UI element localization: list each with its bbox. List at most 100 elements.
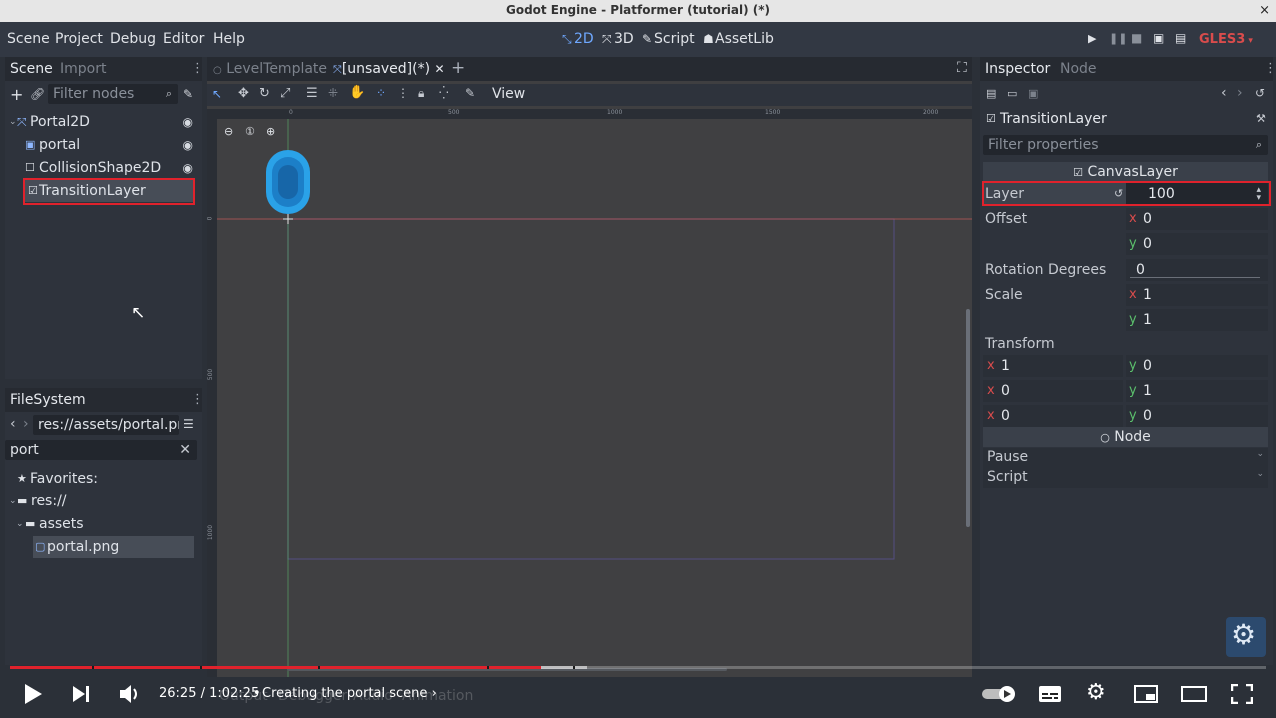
portal-sprite[interactable]	[266, 150, 310, 214]
play-icon[interactable]: ▶	[1088, 32, 1096, 45]
favorites-item[interactable]: ★ Favorites:	[5, 468, 195, 490]
scale-y-field[interactable]: y 1	[1126, 309, 1268, 331]
forward-icon[interactable]: ›	[23, 416, 29, 432]
assets-folder-item[interactable]: ⌄ ▬ assets	[5, 513, 195, 535]
filter-nodes-input[interactable]: Filter nodes ⌕	[48, 84, 178, 104]
offset-x-field[interactable]: x 0	[1126, 208, 1268, 230]
canvas-viewport[interactable]: ○ LevelTemplate ⤧[unsaved](*) ✕ + ⛶ ↖ ✥ …	[206, 57, 972, 677]
transform-x-field[interactable]: x 1	[983, 355, 1123, 377]
vertical-scrollbar[interactable]	[966, 309, 970, 527]
autoplay-toggle[interactable]	[982, 685, 1016, 703]
tab-scene[interactable]: Scene	[10, 61, 53, 77]
add-node-icon[interactable]: +	[10, 85, 23, 104]
clear-icon[interactable]: ✕	[179, 440, 191, 460]
link-icon[interactable]: 🔗︎	[30, 87, 45, 101]
tree-item-portal2d[interactable]: ⌄ ⤧ Portal2D ◉	[5, 111, 195, 133]
chapter-title[interactable]: Creating the portal scene ›	[262, 686, 437, 701]
bone-icon[interactable]: ✎	[465, 86, 475, 100]
menu-debug[interactable]: Debug	[110, 31, 156, 47]
pivot-icon[interactable]: ⁜	[328, 86, 338, 100]
transform-y-field[interactable]: y 1	[1126, 380, 1268, 402]
move-tool-icon[interactable]: ✥	[238, 86, 249, 101]
next-button[interactable]	[71, 684, 93, 704]
tab-unsaved[interactable]: ⤧[unsaved](*) ✕	[333, 61, 445, 77]
tab-leveltemplate[interactable]: ○ LevelTemplate	[213, 61, 327, 77]
workspace-script-button[interactable]: ✎ Script	[642, 31, 695, 47]
stop-icon[interactable]: ■	[1131, 31, 1142, 45]
view-menu-button[interactable]: View	[492, 86, 525, 102]
transform-y-field[interactable]: y 0	[1126, 405, 1268, 427]
play-custom-scene-icon[interactable]: ▤	[1175, 31, 1186, 45]
back-icon[interactable]: ‹	[10, 416, 16, 432]
select-tool-icon[interactable]: ↖	[212, 87, 222, 101]
menu-scene[interactable]: Scene	[7, 31, 50, 47]
miniplayer-button[interactable]	[1134, 685, 1158, 703]
play-button[interactable]	[22, 683, 44, 705]
rotate-tool-icon[interactable]: ↻	[259, 86, 270, 101]
chevron-down-icon[interactable]: ⌄	[9, 490, 17, 512]
section-canvaslayer[interactable]: ☑ CanvasLayer	[983, 162, 1268, 182]
menu-editor[interactable]: Editor	[163, 31, 204, 47]
theater-mode-button[interactable]	[1181, 686, 1207, 702]
path-input[interactable]: res://assets/portal.pn	[33, 415, 179, 435]
section-node[interactable]: ○ Node	[983, 427, 1268, 447]
filter-properties-input[interactable]: Filter properties ⌕	[983, 135, 1268, 155]
chevron-down-icon[interactable]: ⌄	[9, 111, 17, 133]
fullscreen-viewport-icon[interactable]: ⛶	[957, 60, 967, 76]
eye-icon[interactable]: ◉	[183, 134, 193, 156]
tree-item-collisionshape2d[interactable]: ☐ CollisionShape2D ◉	[5, 157, 195, 179]
scale-x-field[interactable]: x 1	[1126, 284, 1268, 306]
zoom-out-icon[interactable]: ⊖	[224, 125, 233, 138]
workspace-assetlib-button[interactable]: ☗AssetLib	[703, 31, 774, 47]
fullscreen-button[interactable]	[1231, 684, 1253, 704]
save-icon[interactable]: ▣	[1028, 87, 1038, 100]
volume-button[interactable]	[118, 683, 142, 705]
pause-property-row[interactable]: Pause ⌄	[983, 448, 1268, 468]
close-tab-icon[interactable]: ✕	[435, 62, 445, 76]
lock-icon[interactable]: 🔒︎	[418, 86, 424, 101]
scale-tool-icon[interactable]: ⤢	[280, 86, 290, 101]
new-resource-icon[interactable]: ▤	[986, 87, 996, 100]
script-property-row[interactable]: Script ⌄	[983, 468, 1268, 488]
tab-filesystem[interactable]: FileSystem	[10, 392, 86, 408]
list-select-icon[interactable]: ☰	[306, 86, 318, 101]
group-icon[interactable]: ⁛	[439, 86, 449, 100]
pan-tool-icon[interactable]: ✋	[349, 85, 365, 100]
snap-options-icon[interactable]: ⋮	[397, 86, 409, 100]
menu-help[interactable]: Help	[213, 31, 245, 47]
open-folder-icon[interactable]: ▭	[1007, 87, 1017, 100]
pause-icon[interactable]: ❚❚	[1109, 32, 1127, 45]
list-view-icon[interactable]: ☰	[183, 417, 194, 431]
play-scene-icon[interactable]: ▣	[1153, 31, 1164, 45]
chevron-down-icon[interactable]: ⌄	[16, 513, 24, 535]
tab-inspector[interactable]: Inspector	[985, 61, 1050, 77]
tree-item-portal[interactable]: ▣ portal ◉	[5, 134, 195, 156]
tab-node[interactable]: Node	[1060, 61, 1097, 77]
tab-import[interactable]: Import	[60, 61, 106, 77]
history-icon[interactable]: ↺	[1255, 86, 1265, 100]
menu-dots-icon[interactable]: ⋮	[191, 61, 204, 76]
renderer-selector[interactable]: GLES3 ▾	[1199, 32, 1253, 47]
transform-x-field[interactable]: x 0	[983, 405, 1123, 427]
rotation-slider[interactable]: 0	[1126, 259, 1268, 281]
eye-icon[interactable]: ◉	[183, 157, 193, 179]
offset-y-field[interactable]: y 0	[1126, 233, 1268, 255]
file-item-portal-png[interactable]: ▢ portal.png	[33, 536, 194, 558]
zoom-in-icon[interactable]: ⊕	[266, 125, 275, 138]
eye-icon[interactable]: ◉	[183, 111, 193, 133]
settings-gear-icon[interactable]: ⚙	[1086, 680, 1106, 705]
object-properties-icon[interactable]: ⚒	[1256, 112, 1266, 125]
close-window-button[interactable]: ×	[1259, 0, 1270, 21]
history-forward-icon[interactable]: ›	[1237, 85, 1243, 101]
history-back-icon[interactable]: ‹	[1221, 85, 1227, 101]
menu-dots-icon[interactable]: ⋮	[1264, 61, 1276, 76]
snap-icon[interactable]: ⁘	[376, 86, 386, 100]
res-root-item[interactable]: ⌄ ▬ res://	[5, 490, 195, 512]
add-tab-button[interactable]: +	[451, 58, 465, 78]
workspace-3d-button[interactable]: ⤧ 3D	[602, 31, 634, 47]
workspace-2d-button[interactable]: ⤡ 2D	[562, 31, 594, 47]
menu-dots-icon[interactable]: ⋮	[191, 392, 204, 407]
menu-project[interactable]: Project	[55, 31, 103, 47]
zoom-reset-icon[interactable]: ①	[245, 125, 255, 138]
file-search-input[interactable]: port ✕	[5, 440, 197, 460]
